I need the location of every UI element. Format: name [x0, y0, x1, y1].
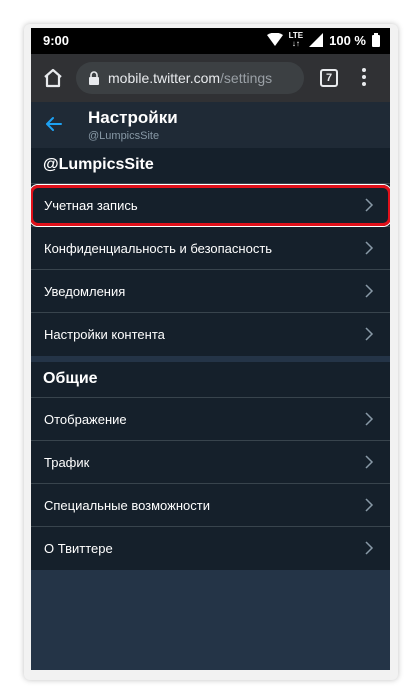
address-bar[interactable]: mobile.twitter.com/settings — [76, 62, 304, 94]
url-domain: mobile.twitter.com — [108, 70, 221, 86]
network-label: LTE — [288, 31, 304, 40]
chevron-right-icon — [365, 241, 374, 255]
general-section: Общие Отображение Трафик Специальные воз… — [31, 362, 390, 570]
status-time: 9:00 — [43, 33, 70, 48]
page-subtitle: @LumpicsSite — [88, 130, 160, 142]
signal-icon — [309, 33, 324, 47]
settings-item-data-usage[interactable]: Трафик — [31, 441, 390, 484]
settings-item-notifications[interactable]: Уведомления — [31, 270, 390, 313]
url-path: /settings — [220, 70, 273, 86]
settings-header: Настройки @LumpicsSite — [31, 102, 390, 148]
settings-item-label: Настройки контента — [44, 327, 165, 342]
chevron-right-icon — [365, 455, 374, 469]
settings-item-accessibility[interactable]: Специальные возможности — [31, 484, 390, 527]
section-title-general: Общие — [31, 362, 390, 398]
status-icons: LTE ↓↑ 100 % — [266, 31, 380, 48]
settings-item-display[interactable]: Отображение — [31, 398, 390, 441]
settings-item-label: Специальные возможности — [44, 498, 210, 513]
lock-icon — [89, 71, 99, 85]
chevron-right-icon — [365, 412, 374, 426]
tab-switcher-button[interactable]: 7 — [320, 69, 338, 87]
page-title: Настройки — [88, 108, 178, 127]
chevron-right-icon — [365, 541, 374, 555]
browser-toolbar: mobile.twitter.com/settings 7 — [31, 54, 390, 102]
wifi-icon — [266, 33, 283, 46]
settings-item-label: О Твиттере — [44, 541, 113, 556]
settings-item-label: Конфиденциальность и безопасность — [44, 241, 273, 256]
settings-item-account[interactable]: Учетная запись — [31, 184, 390, 227]
status-bar: 9:00 LTE ↓↑ 100 % — [31, 28, 390, 54]
settings-item-label: Трафик — [44, 455, 90, 470]
settings-item-label: Уведомления — [44, 284, 126, 299]
chevron-right-icon — [365, 198, 374, 212]
network-type: LTE ↓↑ — [288, 31, 304, 48]
settings-item-about[interactable]: О Твиттере — [31, 527, 390, 570]
section-title-account: @LumpicsSite — [31, 148, 390, 184]
more-vert-icon[interactable] — [361, 68, 367, 88]
home-icon[interactable] — [41, 66, 65, 90]
settings-item-label: Учетная запись — [44, 198, 138, 213]
settings-item-label: Отображение — [44, 412, 127, 427]
settings-item-content[interactable]: Настройки контента — [31, 313, 390, 356]
chevron-right-icon — [365, 327, 374, 341]
chevron-right-icon — [365, 498, 374, 512]
battery-icon — [372, 33, 380, 47]
battery-percentage: 100 % — [329, 32, 366, 48]
account-section: @LumpicsSite Учетная запись Конфиденциал… — [31, 148, 390, 356]
arrow-left-icon[interactable] — [45, 115, 63, 133]
settings-item-privacy[interactable]: Конфиденциальность и безопасность — [31, 227, 390, 270]
screen: 9:00 LTE ↓↑ 100 % mobile.twitter.com /se… — [31, 28, 390, 670]
chevron-right-icon — [365, 284, 374, 298]
